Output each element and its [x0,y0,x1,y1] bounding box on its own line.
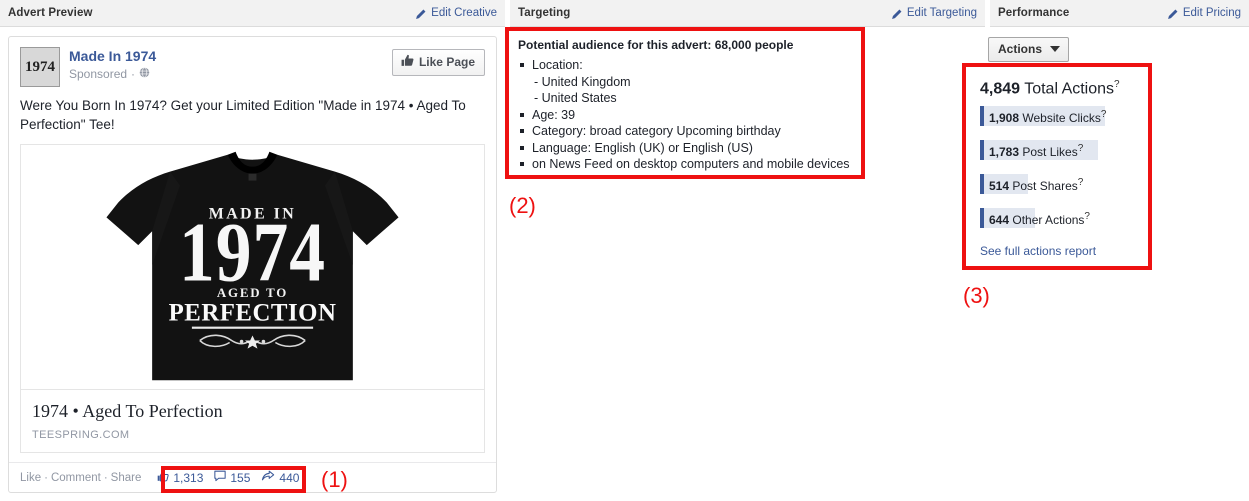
svg-text:AGED TO: AGED TO [217,285,288,300]
metric-label: 1,783 Post Likes? [980,139,1083,162]
targeting-subline-us: - United States [534,91,617,105]
actions-dropdown-label: Actions [998,42,1043,56]
advert-link-title[interactable]: 1974 • Aged To Perfection [32,400,473,422]
page-avatar[interactable]: 1974 [20,47,60,87]
metric-label: 1,908 Website Clicks? [980,105,1106,128]
page-name-link[interactable]: Made In 1974 [69,48,156,65]
thumbs-up-icon [157,470,169,485]
metric-label: 644 Other Actions? [980,207,1090,230]
advert-photo[interactable]: MADE IN 1974 AGED TO PERFECTION [20,144,485,390]
metric-row-post-likes: 1,783 Post Likes? [980,139,1141,162]
metric-row-other-actions: 644 Other Actions? [980,207,1141,230]
pencil-icon [1167,9,1178,20]
edit-targeting-label: Edit Targeting [906,7,977,19]
pencil-icon [891,9,902,20]
potential-audience-headline: Potential audience for this advert: 68,0… [518,38,794,52]
help-icon[interactable]: ? [1078,177,1084,188]
advert-header-row: 1974 Made In 1974 Sponsored · Like Page [9,37,496,87]
advert-link-domain: TEESPRING.COM [32,429,130,441]
help-icon[interactable]: ? [1114,79,1120,90]
targeting-item-age: Age: 39 [518,107,855,124]
metric-name: Post Likes [1022,144,1078,159]
sponsored-row: Sponsored · [69,66,156,82]
help-icon[interactable]: ? [1101,109,1107,120]
targeting-box: Potential audience for this advert: 68,0… [510,29,865,177]
advert-footer: Like · Comment · Share 1,313 155 440 [9,462,496,492]
metric-value: 1,783 [989,144,1020,159]
metric-value: 644 [989,212,1010,227]
metric-name: Post Shares [1012,178,1078,193]
metric-row-post-shares: 514 Post Shares? [980,173,1141,196]
thumbs-up-icon [401,54,414,70]
column-title-advert-preview: Advert Preview [8,7,93,19]
edit-creative-link[interactable]: Edit Creative [415,7,497,19]
targeting-item-label: Location: [532,58,583,72]
column-header-targeting: Targeting Edit Targeting [510,0,985,27]
footer-like-action[interactable]: Like [20,472,41,484]
edit-targeting-link[interactable]: Edit Targeting [891,7,977,19]
annotation-label-3: (3) [963,283,990,308]
globe-icon [139,66,150,82]
page-meta: Made In 1974 Sponsored · [69,47,156,82]
metric-name: Website Clicks [1022,110,1101,125]
targeting-subline-uk: - United Kingdom [534,74,631,89]
footer-share-action[interactable]: Share [111,472,142,484]
metric-value: 1,908 [989,110,1020,125]
targeting-item-category: Category: broad category Upcoming birthd… [518,123,855,140]
metric-name: Other Actions [1012,212,1085,227]
performance-box: 4,849 Total Actions? 1,908 Website Click… [966,66,1151,268]
targeting-item-location: Location: - United Kingdom - United Stat… [518,57,855,107]
engagement-counts: 1,313 155 440 [155,469,301,486]
help-icon[interactable]: ? [1084,211,1090,222]
total-actions-row: 4,849 Total Actions? [980,75,1141,99]
column-header-performance: Performance Edit Pricing [990,0,1249,27]
footer-separator-1: · [44,471,48,484]
metric-value: 514 [989,178,1010,193]
advert-link-block[interactable]: 1974 • Aged To Perfection TEESPRING.COM [20,390,485,453]
advert-body-text: Were You Born In 1974? Get your Limited … [20,98,466,132]
footer-comment-action[interactable]: Comment [51,472,101,484]
footer-separator-2: · [103,471,108,484]
advert-preview-card: 1974 Made In 1974 Sponsored · Like Page … [8,36,497,493]
metric-label: 514 Post Shares? [980,173,1083,196]
targeting-item-placement: on News Feed on desktop computers and mo… [518,156,855,173]
column-title-targeting: Targeting [518,7,571,19]
sponsored-label: Sponsored [69,67,128,81]
total-actions-value: 4,849 [980,80,1021,98]
facebook-advert-report: Advert Preview Edit Creative Targeting E… [0,0,1249,501]
like-page-label: Like Page [418,55,475,69]
like-count: 1,313 [173,470,204,485]
comment-icon [214,470,227,485]
chevron-down-icon [1050,46,1061,52]
sponsored-separator: · [131,67,136,81]
comment-count: 155 [230,470,251,485]
help-icon[interactable]: ? [1078,143,1084,154]
pencil-icon [415,9,426,20]
metric-row-website-clicks: 1,908 Website Clicks? [980,105,1141,128]
actions-dropdown-button[interactable]: Actions [988,37,1070,62]
total-actions-label: Total Actions [1024,80,1115,98]
column-header-advert-preview: Advert Preview Edit Creative [0,0,505,27]
tshirt-image: MADE IN 1974 AGED TO PERFECTION [21,145,484,389]
edit-pricing-label: Edit Pricing [1182,7,1241,19]
edit-pricing-link[interactable]: Edit Pricing [1167,7,1241,19]
svg-text:PERFECTION: PERFECTION [169,300,337,327]
targeting-item-language: Language: English (UK) or English (US) [518,140,855,157]
edit-creative-label: Edit Creative [431,7,497,19]
share-arrow-icon [261,470,275,485]
annotation-label-2: (2) [509,193,536,218]
targeting-list: Location: - United Kingdom - United Stat… [518,57,855,173]
share-count: 440 [279,470,300,485]
column-title-performance: Performance [998,7,1070,19]
see-full-actions-report-link[interactable]: See full actions report [980,244,1096,258]
like-page-button[interactable]: Like Page [391,49,485,76]
